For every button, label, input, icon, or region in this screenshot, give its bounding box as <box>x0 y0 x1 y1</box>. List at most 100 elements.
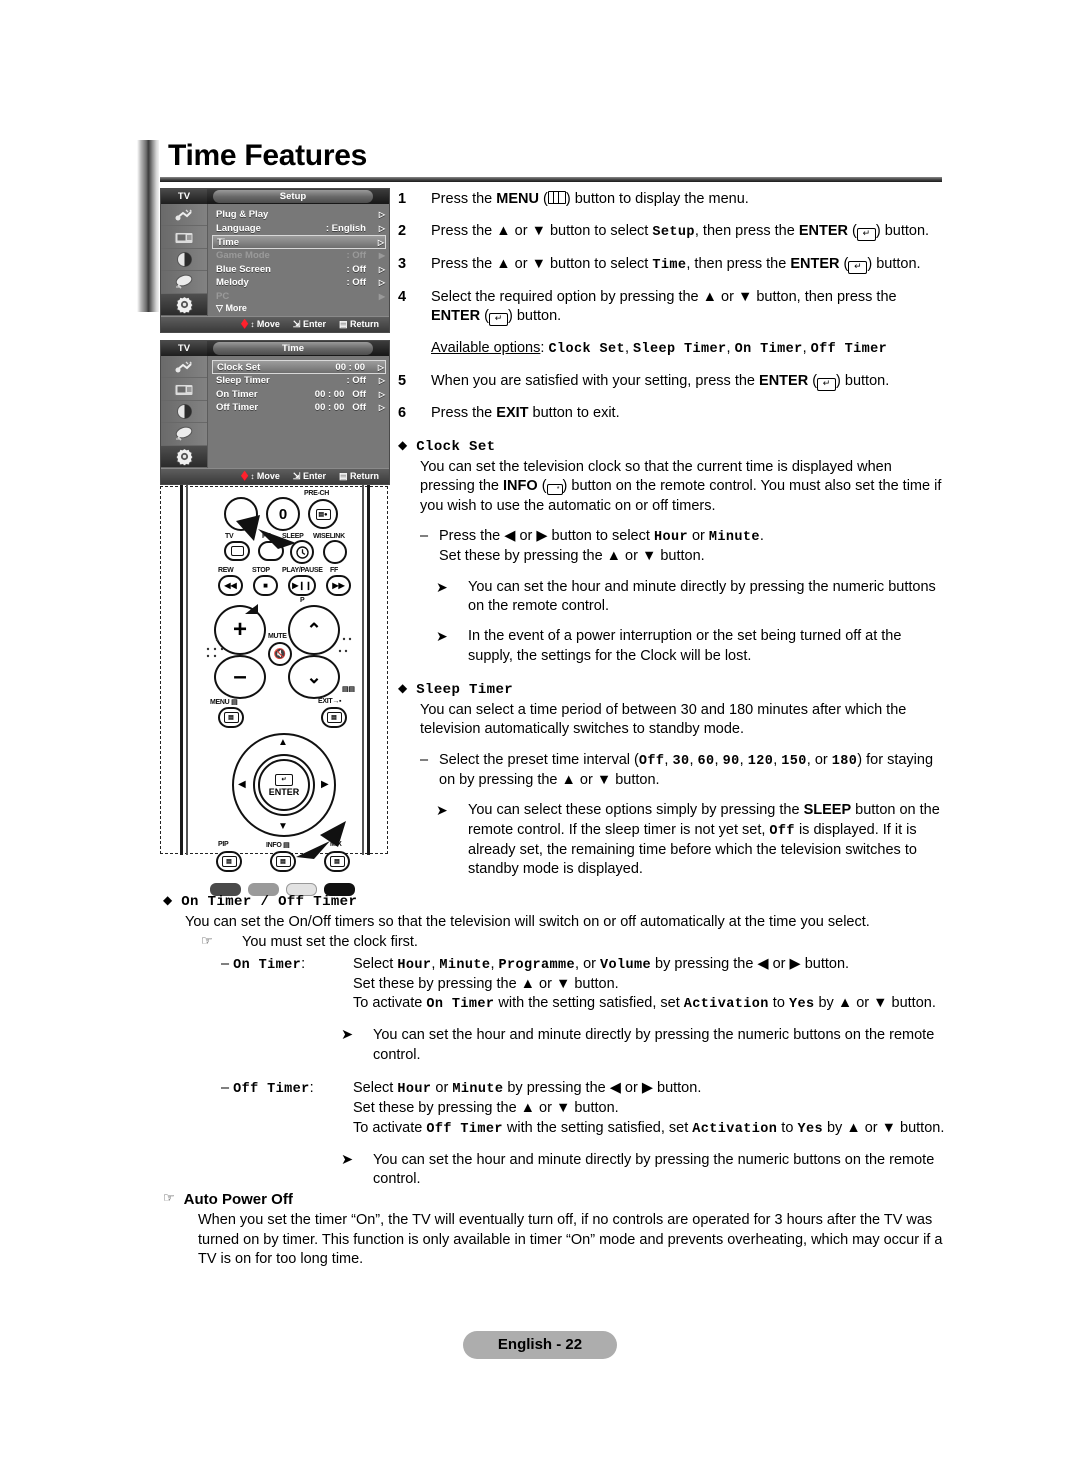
clock-set-sub-text: Press the ◀ or ▶ button to select Hour o… <box>439 528 764 565</box>
diamond-bullet-icon: ◆ <box>163 893 173 907</box>
sleep-value-5: 150 <box>781 753 807 769</box>
footer-move-hint: ♦️↕ Move <box>239 471 280 481</box>
osd-row-language[interactable]: Language : English ▷ <box>214 222 386 236</box>
enter-button[interactable]: ↵ ENTER <box>258 759 310 811</box>
hour-keyword: Hour <box>397 1082 432 1098</box>
play-pause-button[interactable]: ▶❙❙ <box>288 575 316 596</box>
mute-button[interactable]: 🔇 <box>268 642 292 666</box>
osd-more-label: More <box>225 303 247 313</box>
step-5: 5 When you are satisfied with your setti… <box>398 372 950 391</box>
dpad-left-icon[interactable]: ◀ <box>238 779 246 790</box>
osd-row-on-timer[interactable]: On Timer 00 : 00 Off ▷ <box>214 388 386 402</box>
dpad-right-icon[interactable]: ▶ <box>321 779 329 790</box>
clock-set-note-2: ➤ In the event of a power interruption o… <box>436 627 950 666</box>
step-6: 6 Press the EXIT button to exit. <box>398 404 950 423</box>
info-icon: ▤ <box>275 856 291 867</box>
osd-row-clock-set[interactable]: Clock Set 00 : 00 ▷ <box>212 360 386 374</box>
osd-setup-body: Plug & Play ▷ Language : English ▷ Time … <box>161 204 389 317</box>
step-number: 2 <box>398 223 407 240</box>
info-button[interactable]: ▤ <box>270 851 296 872</box>
picture-icon[interactable] <box>161 226 207 249</box>
page-title: Time Features <box>168 139 367 172</box>
hour-keyword: Hour <box>653 530 688 546</box>
clock-set-sub: – Press the ◀ or ▶ button to select Hour… <box>420 527 950 567</box>
channel-up-button[interactable]: ⌃ <box>288 605 340 655</box>
osd-row-game-mode: Game Mode : Off ▶ <box>214 249 386 263</box>
mix-button[interactable]: ▤ <box>324 851 350 872</box>
sound-contrast-icon[interactable] <box>161 401 207 424</box>
on-timer-line-1: Select Hour, Minute, Programme, or Volum… <box>353 955 850 973</box>
step-text: Press the ▲ or ▼ button to select Setup,… <box>431 223 930 242</box>
osd-row-value: 00 : 00 <box>335 361 365 373</box>
time-keyword: Time <box>652 257 687 273</box>
rew-label: REW <box>218 567 234 574</box>
dash-bullet: – <box>420 751 429 768</box>
chevron-right-solid-icon: ▶ <box>378 291 386 301</box>
channel-dish-icon[interactable] <box>161 271 207 294</box>
margin-decoration-bar <box>137 140 159 312</box>
sleep-timer-note: ➤ You can select these options simply by… <box>436 801 950 879</box>
menu-label: MENU ▤ <box>210 699 238 706</box>
chevron-right-icon: ▷ <box>378 278 386 288</box>
input-source-icon[interactable] <box>161 204 207 227</box>
setup-gear-icon[interactable] <box>161 445 207 469</box>
pre-ch-button[interactable]: ▤● <box>308 499 338 529</box>
channel-dish-icon[interactable] <box>161 423 207 446</box>
rewind-button[interactable]: ◀◀ <box>218 575 243 596</box>
osd-time-body: Clock Set 00 : 00 ▷ Sleep Timer : Off ▷ … <box>161 356 389 469</box>
sleep-timer-sub: – Select the preset time interval (Off, … <box>420 751 950 791</box>
osd-row-melody[interactable]: Melody : Off ▷ <box>214 276 386 290</box>
pip-icon: ▤ <box>221 856 237 867</box>
osd-row-time[interactable]: Time ▷ <box>212 235 386 249</box>
channel-down-button[interactable]: ⌄ <box>288 655 340 699</box>
enter-label: ENTER <box>268 786 300 797</box>
footer-return-hint: ▤ Return <box>338 319 379 329</box>
sound-contrast-icon[interactable] <box>161 249 207 272</box>
wiselink-button[interactable] <box>323 540 347 564</box>
activation-keyword: Activation <box>683 997 769 1013</box>
chevron-right-icon: ▷ <box>378 210 386 220</box>
chevron-right-icon: ▷ <box>378 376 386 386</box>
chevron-right-icon: ▷ <box>378 389 386 399</box>
on-off-timer-heading-row: ◆ On Timer / Off Timer <box>163 893 950 912</box>
stop-button[interactable]: ■ <box>253 575 278 596</box>
pip-button[interactable]: ▤ <box>216 851 242 872</box>
auto-power-off-body: When you set the timer “On”, the TV will… <box>198 1212 943 1267</box>
info-keyword: INFO <box>503 478 538 495</box>
dpad-up-icon[interactable]: ▲ <box>278 737 288 748</box>
clock-set-note-1-text: You can set the hour and minute directly… <box>468 578 936 614</box>
osd-setup-menu: TV Setup Plug & Play ▷ Language: Englis… <box>160 188 390 333</box>
sleep-value-1: 30 <box>672 753 690 769</box>
osd-row-off-timer[interactable]: Off Timer 00 : 00 Off ▷ <box>214 401 386 415</box>
clock-set-heading-row: ◆ Clock Set <box>398 438 950 457</box>
dpad-down-icon[interactable]: ▼ <box>278 821 288 832</box>
arrow-bullet-icon: ➤ <box>436 802 448 819</box>
picture-icon[interactable] <box>161 378 207 401</box>
remote-left-edge <box>180 485 183 855</box>
sleep-value-4: 120 <box>747 753 774 769</box>
osd-row-value: : Off <box>346 250 366 262</box>
hand-note-text: You must set the clock first. <box>242 934 418 951</box>
osd-more-row[interactable]: ▽ More <box>214 303 386 314</box>
step-number: 5 <box>398 372 407 389</box>
on-timer-note: ➤ You can set the hour and minute direct… <box>341 1026 950 1065</box>
pointing-hand-icon: ☞ <box>201 933 213 949</box>
menu-button[interactable]: ▤ <box>218 707 244 728</box>
setup-keyword: Setup <box>652 225 695 241</box>
chevron-right-icon: ▷ <box>377 362 385 372</box>
sleep-timer-sub-text: Select the preset time interval (Off, 30… <box>439 751 934 788</box>
pointing-hand-icon: ☞ <box>163 1190 175 1205</box>
title-divider <box>160 177 942 182</box>
clock-set-note-2-text: In the event of a power interruption or … <box>468 628 902 664</box>
osd-row-blue-screen[interactable]: Blue Screen : Off ▷ <box>214 263 386 277</box>
fast-forward-button[interactable]: ▶▶ <box>326 575 351 596</box>
exit-button[interactable]: ▤ <box>321 707 347 728</box>
on-timer-key: – On Timer: <box>221 955 306 973</box>
programme-keyword: Programme <box>498 957 576 973</box>
arrow-bullet-icon: ➤ <box>341 1151 354 1168</box>
osd-row-plug-and-play[interactable]: Plug & Play ▷ <box>214 208 386 222</box>
osd-time-title: Time <box>213 342 373 355</box>
input-source-icon[interactable] <box>161 356 207 379</box>
setup-gear-icon[interactable] <box>161 293 207 317</box>
osd-row-sleep-timer[interactable]: Sleep Timer : Off ▷ <box>214 374 386 388</box>
